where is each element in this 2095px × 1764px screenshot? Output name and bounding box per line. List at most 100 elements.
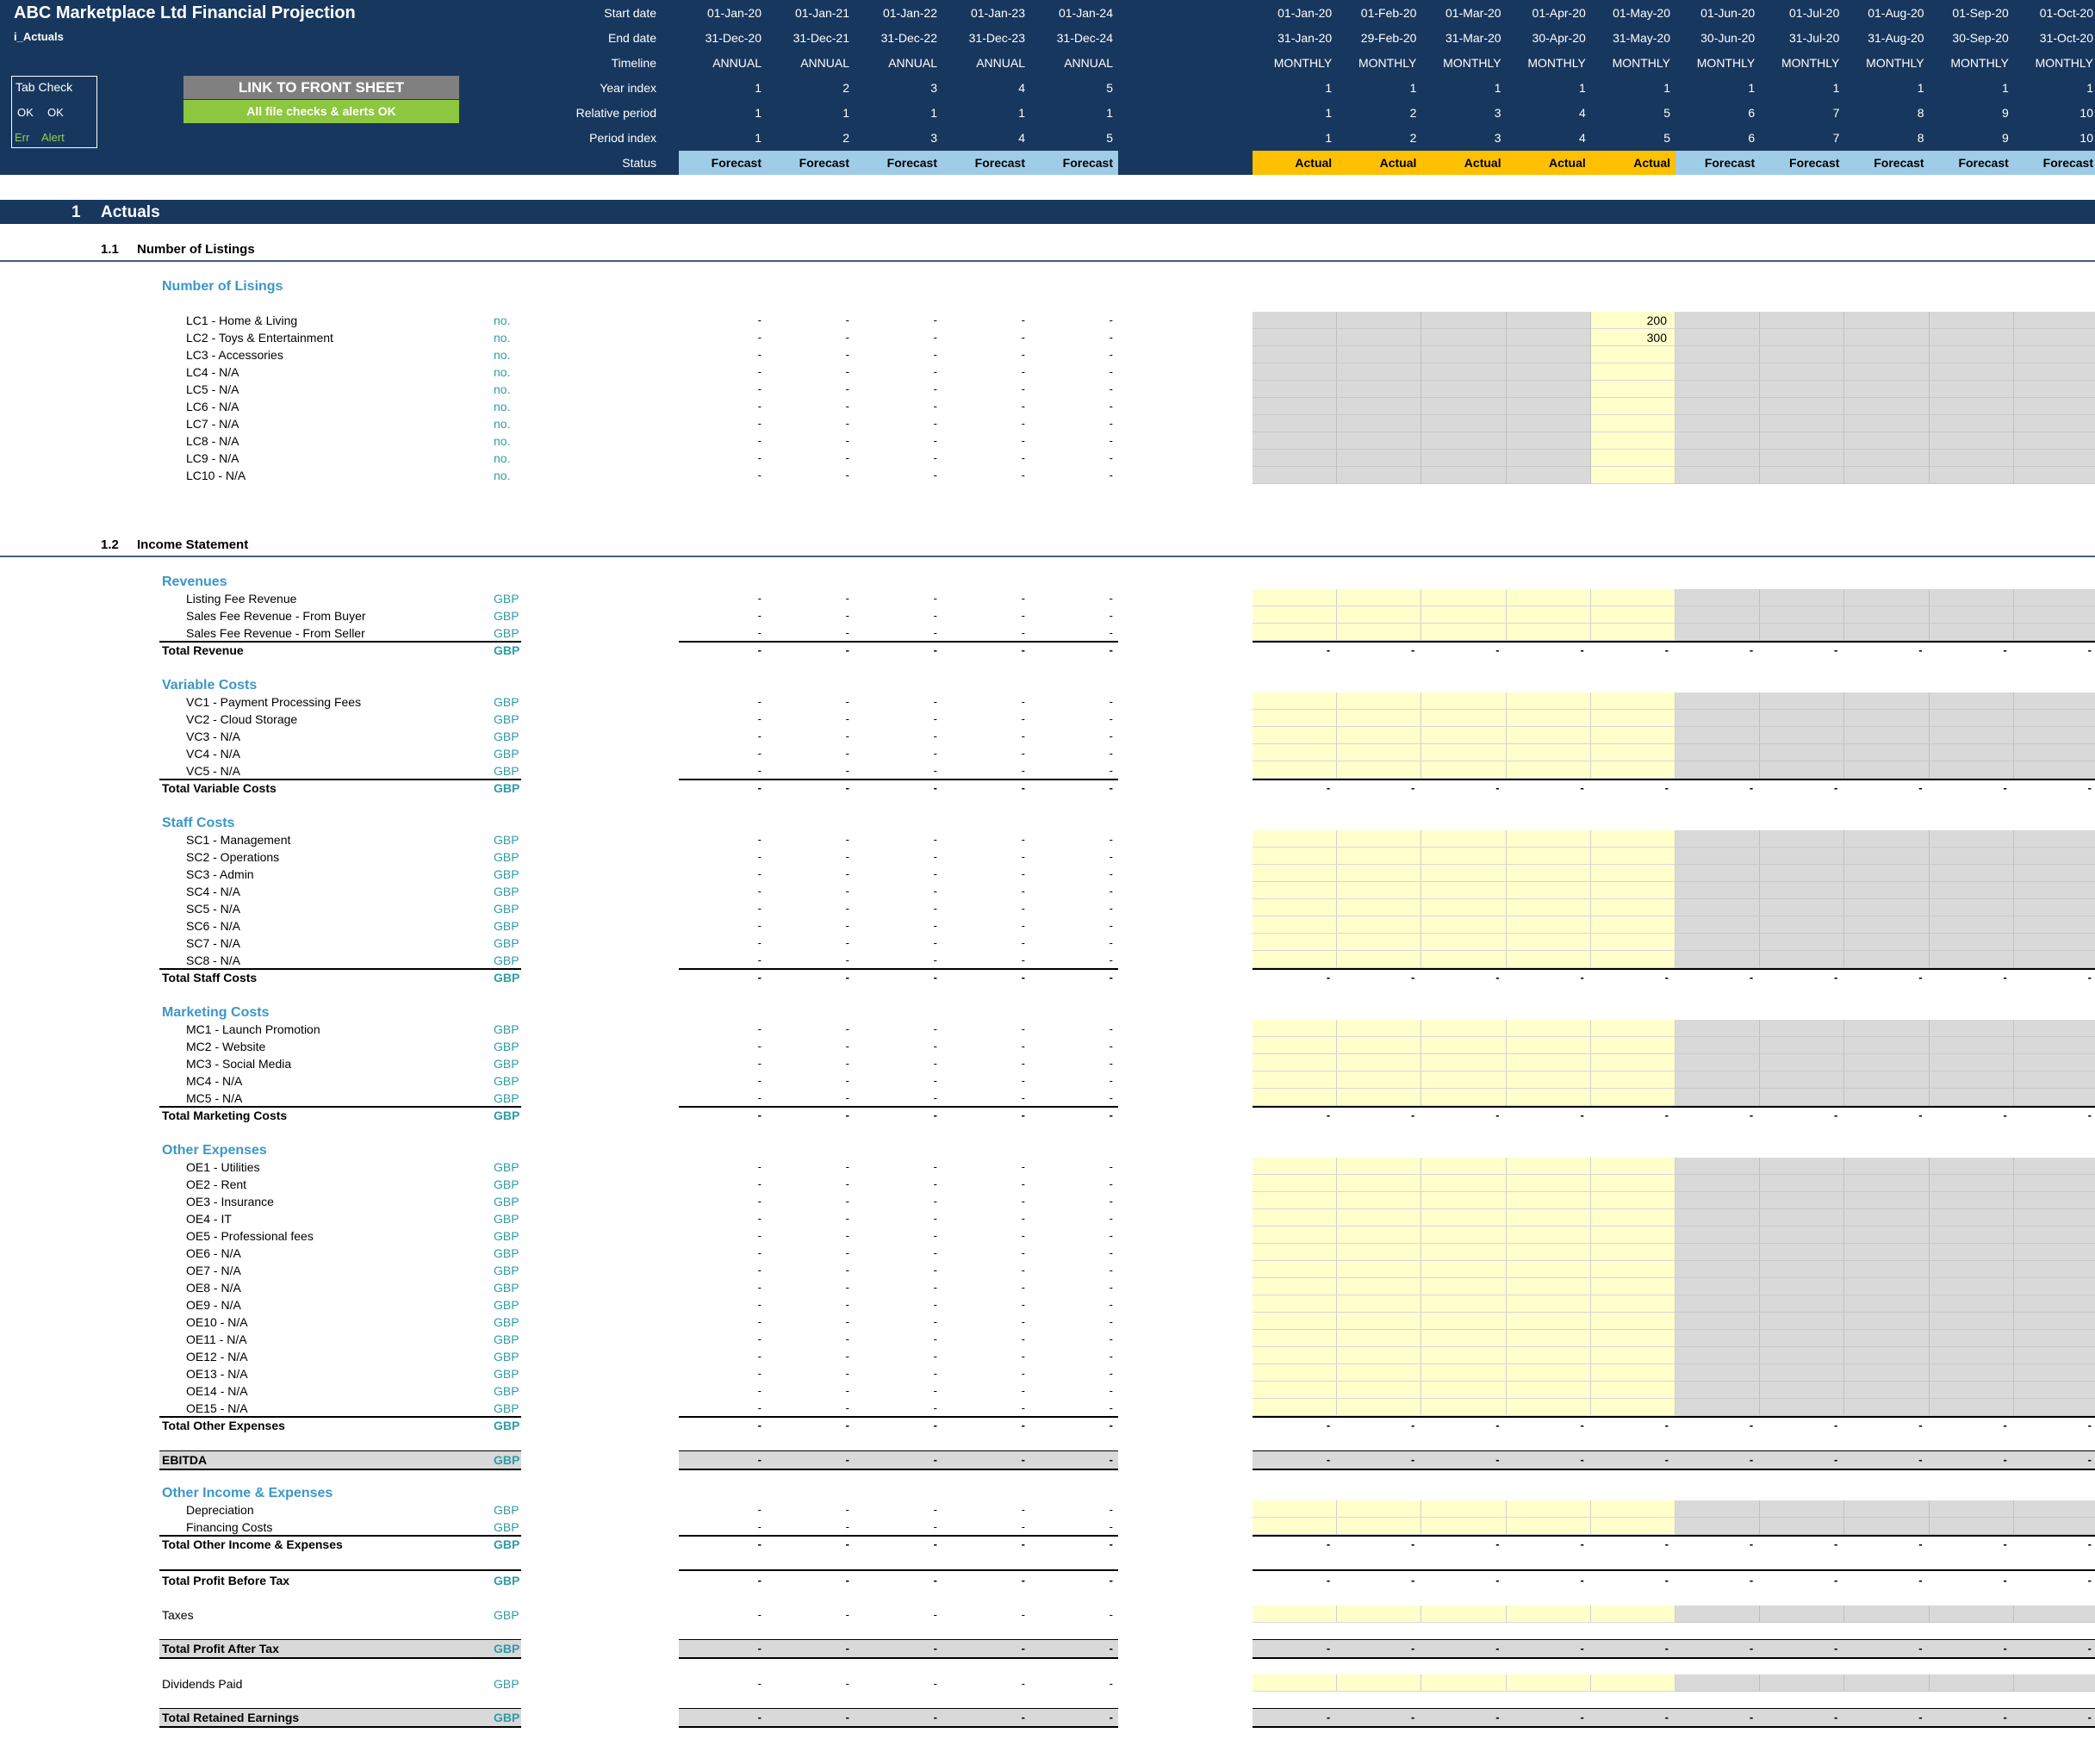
staff-row-8-month-cell-3[interactable] — [1421, 951, 1507, 968]
other-row-2-month-cell-5[interactable] — [1590, 1175, 1675, 1192]
revenues-row-1-month-cell-2[interactable] — [1337, 589, 1422, 606]
marketing-row-3-month-cell-5[interactable] — [1590, 1054, 1675, 1071]
other-row-6-month-cell-1[interactable] — [1253, 1244, 1338, 1261]
listing-row-8-month-cell-5[interactable] — [1590, 432, 1675, 450]
other-row-1-month-cell-3[interactable] — [1421, 1158, 1507, 1175]
other-row-13-month-cell-4[interactable] — [1506, 1364, 1591, 1382]
staff-row-6-month-cell-1[interactable] — [1253, 916, 1338, 934]
staff-row-2-month-cell-1[interactable] — [1253, 848, 1338, 865]
staff-row-8-month-cell-1[interactable] — [1253, 951, 1338, 968]
other-row-2-month-cell-4[interactable] — [1506, 1175, 1591, 1192]
marketing-row-1-month-cell-1[interactable] — [1253, 1020, 1338, 1037]
marketing-row-5-month-cell-5[interactable] — [1590, 1089, 1675, 1106]
listing-row-3-month-cell-5[interactable] — [1590, 346, 1675, 363]
other-row-14-month-cell-5[interactable] — [1590, 1382, 1675, 1399]
other-row-5-month-cell-3[interactable] — [1421, 1227, 1507, 1244]
variable-row-3-month-cell-4[interactable] — [1506, 727, 1591, 744]
variable-row-2-month-cell-3[interactable] — [1421, 710, 1507, 727]
dividends-month-cell-3[interactable] — [1421, 1674, 1507, 1692]
other-row-1-month-cell-1[interactable] — [1253, 1158, 1338, 1175]
staff-row-7-month-cell-2[interactable] — [1337, 934, 1422, 951]
listing-row-5-month-cell-5[interactable] — [1590, 381, 1675, 398]
other-row-8-month-cell-3[interactable] — [1421, 1278, 1507, 1295]
variable-row-3-month-cell-1[interactable] — [1253, 727, 1338, 744]
variable-row-3-month-cell-2[interactable] — [1337, 727, 1422, 744]
revenues-row-3-month-cell-5[interactable] — [1590, 624, 1675, 641]
oie-row-1-month-cell-4[interactable] — [1506, 1500, 1591, 1518]
taxes-month-cell-1[interactable] — [1253, 1606, 1338, 1623]
other-row-9-month-cell-5[interactable] — [1590, 1295, 1675, 1313]
staff-row-2-month-cell-2[interactable] — [1337, 848, 1422, 865]
marketing-row-4-month-cell-2[interactable] — [1337, 1071, 1422, 1089]
staff-row-1-month-cell-2[interactable] — [1337, 830, 1422, 848]
other-row-5-month-cell-2[interactable] — [1337, 1227, 1422, 1244]
variable-row-4-month-cell-5[interactable] — [1590, 744, 1675, 761]
staff-row-6-month-cell-3[interactable] — [1421, 916, 1507, 934]
variable-row-3-month-cell-3[interactable] — [1421, 727, 1507, 744]
other-row-9-month-cell-3[interactable] — [1421, 1295, 1507, 1313]
other-row-7-month-cell-1[interactable] — [1253, 1261, 1338, 1278]
marketing-row-2-month-cell-4[interactable] — [1506, 1037, 1591, 1054]
marketing-row-3-month-cell-3[interactable] — [1421, 1054, 1507, 1071]
variable-row-1-month-cell-3[interactable] — [1421, 693, 1507, 710]
other-row-9-month-cell-4[interactable] — [1506, 1295, 1591, 1313]
listing-row-9-month-cell-5[interactable] — [1590, 450, 1675, 467]
other-row-4-month-cell-3[interactable] — [1421, 1209, 1507, 1227]
marketing-row-1-month-cell-4[interactable] — [1506, 1020, 1591, 1037]
other-row-8-month-cell-5[interactable] — [1590, 1278, 1675, 1295]
other-row-12-month-cell-4[interactable] — [1506, 1347, 1591, 1364]
taxes-month-cell-5[interactable] — [1590, 1606, 1675, 1623]
other-row-11-month-cell-5[interactable] — [1590, 1330, 1675, 1347]
variable-row-2-month-cell-1[interactable] — [1253, 710, 1338, 727]
other-row-4-month-cell-1[interactable] — [1253, 1209, 1338, 1227]
other-row-4-month-cell-2[interactable] — [1337, 1209, 1422, 1227]
other-row-4-month-cell-5[interactable] — [1590, 1209, 1675, 1227]
variable-row-4-month-cell-2[interactable] — [1337, 744, 1422, 761]
other-row-6-month-cell-2[interactable] — [1337, 1244, 1422, 1261]
staff-row-6-month-cell-4[interactable] — [1506, 916, 1591, 934]
staff-row-2-month-cell-3[interactable] — [1421, 848, 1507, 865]
other-row-14-month-cell-2[interactable] — [1337, 1382, 1422, 1399]
staff-row-4-month-cell-5[interactable] — [1590, 882, 1675, 899]
marketing-row-2-month-cell-5[interactable] — [1590, 1037, 1675, 1054]
other-row-6-month-cell-4[interactable] — [1506, 1244, 1591, 1261]
staff-row-8-month-cell-5[interactable] — [1590, 951, 1675, 968]
revenues-row-3-month-cell-4[interactable] — [1506, 624, 1591, 641]
revenues-row-2-month-cell-4[interactable] — [1506, 606, 1591, 624]
other-row-1-month-cell-4[interactable] — [1506, 1158, 1591, 1175]
other-row-2-month-cell-1[interactable] — [1253, 1175, 1338, 1192]
other-row-8-month-cell-4[interactable] — [1506, 1278, 1591, 1295]
staff-row-7-month-cell-3[interactable] — [1421, 934, 1507, 951]
marketing-row-1-month-cell-2[interactable] — [1337, 1020, 1422, 1037]
other-row-7-month-cell-5[interactable] — [1590, 1261, 1675, 1278]
variable-row-5-month-cell-5[interactable] — [1590, 761, 1675, 779]
staff-row-1-month-cell-1[interactable] — [1253, 830, 1338, 848]
other-row-14-month-cell-3[interactable] — [1421, 1382, 1507, 1399]
revenues-row-1-month-cell-3[interactable] — [1421, 589, 1507, 606]
variable-row-4-month-cell-1[interactable] — [1253, 744, 1338, 761]
marketing-row-5-month-cell-1[interactable] — [1253, 1089, 1338, 1106]
other-row-3-month-cell-4[interactable] — [1506, 1192, 1591, 1209]
other-row-15-month-cell-5[interactable] — [1590, 1399, 1675, 1416]
listing-row-2-may-value[interactable]: 300 — [1615, 332, 1667, 344]
link-to-front-sheet-button[interactable]: LINK TO FRONT SHEET — [183, 76, 459, 99]
listing-row-10-month-cell-5[interactable] — [1590, 467, 1675, 484]
oie-row-2-month-cell-4[interactable] — [1506, 1518, 1591, 1535]
oie-row-1-month-cell-5[interactable] — [1590, 1500, 1675, 1518]
other-row-7-month-cell-2[interactable] — [1337, 1261, 1422, 1278]
staff-row-5-month-cell-3[interactable] — [1421, 899, 1507, 916]
staff-row-5-month-cell-4[interactable] — [1506, 899, 1591, 916]
staff-row-7-month-cell-5[interactable] — [1590, 934, 1675, 951]
other-row-13-month-cell-3[interactable] — [1421, 1364, 1507, 1382]
staff-row-3-month-cell-1[interactable] — [1253, 865, 1338, 882]
other-row-13-month-cell-5[interactable] — [1590, 1364, 1675, 1382]
other-row-11-month-cell-3[interactable] — [1421, 1330, 1507, 1347]
other-row-15-month-cell-2[interactable] — [1337, 1399, 1422, 1416]
other-row-6-month-cell-3[interactable] — [1421, 1244, 1507, 1261]
other-row-14-month-cell-4[interactable] — [1506, 1382, 1591, 1399]
other-row-2-month-cell-3[interactable] — [1421, 1175, 1507, 1192]
oie-row-1-month-cell-1[interactable] — [1253, 1500, 1338, 1518]
other-row-6-month-cell-5[interactable] — [1590, 1244, 1675, 1261]
variable-row-1-month-cell-2[interactable] — [1337, 693, 1422, 710]
marketing-row-1-month-cell-5[interactable] — [1590, 1020, 1675, 1037]
